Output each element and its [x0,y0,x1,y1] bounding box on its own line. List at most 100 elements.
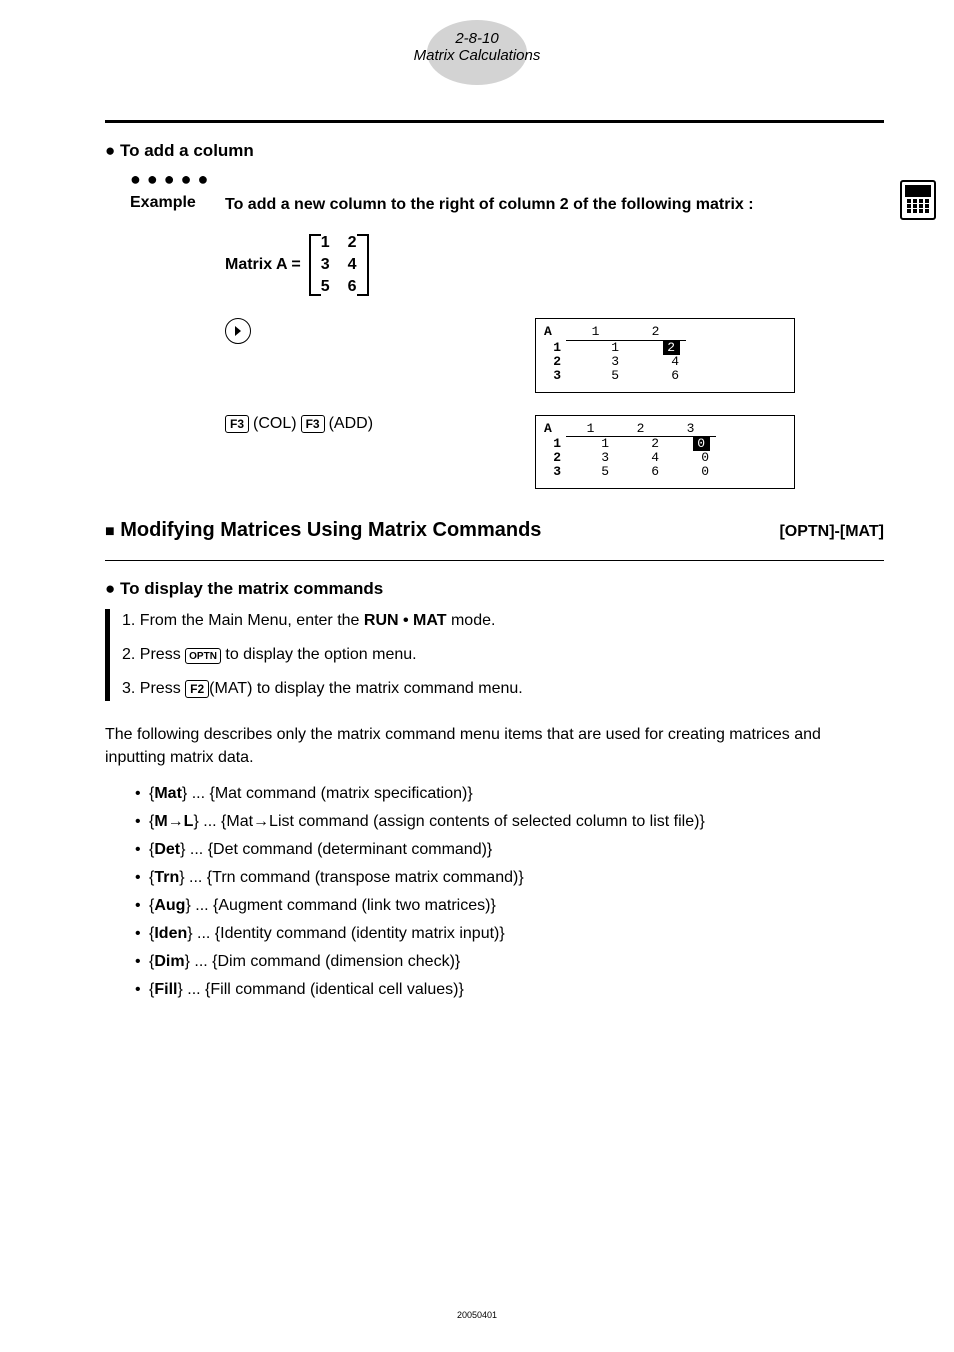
page-ref: 2-8-10 [0,30,954,47]
row-label: 2 [544,355,566,369]
calc-screen-2: A 1 2 3 1 1 2 0 2 3 4 0 3 5 6 0 [535,415,795,489]
cmd-desc: ... {Mat→List command (assign contents o… [199,813,705,830]
list-item: {Dim} ... {Dim command (dimension check)… [135,953,884,971]
cmd-name: Trn [154,869,179,886]
add-column-heading: ● To add a column [105,141,884,161]
list-item: {Iden} ... {Identity command (identity m… [135,925,884,943]
modifying-heading-text: Modifying Matrices Using Matrix Commands [120,519,541,541]
step-row-cursor: A 1 2 1 1 2 2 3 4 3 5 6 [225,318,884,392]
matrix-cell: 5 [321,278,330,296]
cell: 4 [626,355,686,369]
step-text: to display the option menu. [221,646,417,663]
row-label: 1 [544,437,566,451]
key-text: (COL) [253,415,297,433]
steps-block: 1. From the Main Menu, enter the RUN • M… [105,609,884,701]
row-label: 1 [544,341,566,355]
cell: 0 [666,465,716,479]
step-2: 2. Press OPTN to display the option menu… [122,643,884,667]
matrix-bracket: 1 2 3 4 5 6 [309,234,369,296]
divider [105,560,884,561]
cmd-desc: ... {Augment command (link two matrices)… [191,897,496,914]
list-item: {Mat} ... {Mat command (matrix specifica… [135,785,884,803]
row-label: 3 [544,465,566,479]
example-row: Example To add a new column to the right… [130,194,884,216]
page-title: Matrix Calculations [0,47,954,64]
cmd-name: Iden [154,925,187,942]
cmd-desc: ... {Mat command (matrix specification)} [187,785,472,802]
calc-screen-1: A 1 2 1 1 2 2 3 4 3 5 6 [535,318,795,392]
cell: 3 [566,451,616,465]
col-header: 1 [566,422,616,437]
step-1: 1. From the Main Menu, enter the RUN • M… [122,609,884,633]
cell: 6 [616,465,666,479]
cell: 4 [616,451,666,465]
list-item: {Det} ... {Det command (determinant comm… [135,841,884,859]
cmd-name: Dim [154,953,184,970]
row-label: 2 [544,451,566,465]
f3-key-icon: F3 [225,415,249,433]
f3-key-icon: F3 [301,415,325,433]
cell: 5 [566,369,626,383]
cmd-desc: ... {Det command (determinant command)} [185,841,492,858]
row-label: 3 [544,369,566,383]
command-list: {Mat} ... {Mat command (matrix specifica… [135,785,884,999]
col-header: 3 [666,422,716,437]
divider [105,120,884,123]
matrix-definition: Matrix A = 1 2 3 4 5 6 [225,234,884,296]
cmd-desc: ... {Trn command (transpose matrix comma… [185,869,524,886]
matrix-cell: 3 [321,256,330,274]
step-text: (MAT) to display the matrix command menu… [209,680,523,697]
heading-right: [OPTN]-[MAT] [779,523,884,541]
cmd-name: Det [154,841,180,858]
cmd-desc: ... {Fill command (identical cell values… [183,981,464,998]
cmd-name: Fill [154,981,177,998]
calculator-icon [900,180,936,220]
step-text: 2. Press [122,646,185,663]
cell: 6 [626,369,686,383]
step-3: 3. Press F2(MAT) to display the matrix c… [122,677,884,701]
cell: 2 [616,437,666,451]
f2-key-icon: F2 [185,680,209,698]
cell-highlighted: 0 [666,437,716,451]
cell: 1 [566,437,616,451]
footer-number: 20050401 [0,1310,954,1320]
step-row-coladd: F3 (COL) F3 (ADD) A 1 2 3 1 1 2 0 2 3 4 … [225,415,884,489]
list-item: {Fill} ... {Fill command (identical cell… [135,981,884,999]
key-text: (ADD) [329,415,373,433]
page-content: ● To add a column ●●●●● Example To add a… [0,120,954,999]
page-header: 2-8-10 Matrix Calculations [0,0,954,100]
step-text: 3. Press [122,680,185,697]
cmd-name: Mat [154,785,182,802]
display-commands-heading: ● To display the matrix commands [105,579,884,599]
screen1-label: A [544,325,566,340]
cell: 0 [666,451,716,465]
step-bold: RUN • MAT [364,612,447,629]
step-text: mode. [447,612,496,629]
cell: 1 [566,341,626,355]
matrix-cell: 4 [348,256,357,274]
matrix-cell: 2 [348,234,357,252]
cell: 5 [566,465,616,479]
matrix-grid: 1 2 3 4 5 6 [321,234,357,296]
display-commands-heading-text: To display the matrix commands [120,579,383,598]
cursor-right-key-icon [225,318,251,344]
modifying-heading: ■ Modifying Matrices Using Matrix Comman… [105,519,884,542]
matrix-cell: 6 [348,278,357,296]
col-header: 1 [566,325,626,340]
list-item: {M→L} ... {Mat→List command (assign cont… [135,813,884,831]
add-column-heading-text: To add a column [120,141,254,160]
cell: 3 [566,355,626,369]
cmd-desc: ... {Dim command (dimension check)} [190,953,460,970]
example-label: Example [130,194,225,216]
matrix-label: Matrix A = [225,256,301,274]
example-dots: ●●●●● [130,169,884,190]
optn-key-icon: OPTN [185,648,221,664]
col-header: 2 [626,325,686,340]
col-header: 2 [616,422,666,437]
list-item: {Trn} ... {Trn command (transpose matrix… [135,869,884,887]
matrix-cell: 1 [321,234,330,252]
cmd-name: M→L [154,813,193,830]
step-text: 1. From the Main Menu, enter the [122,612,364,629]
cmd-name: Aug [154,897,185,914]
example-text: To add a new column to the right of colu… [225,194,754,216]
